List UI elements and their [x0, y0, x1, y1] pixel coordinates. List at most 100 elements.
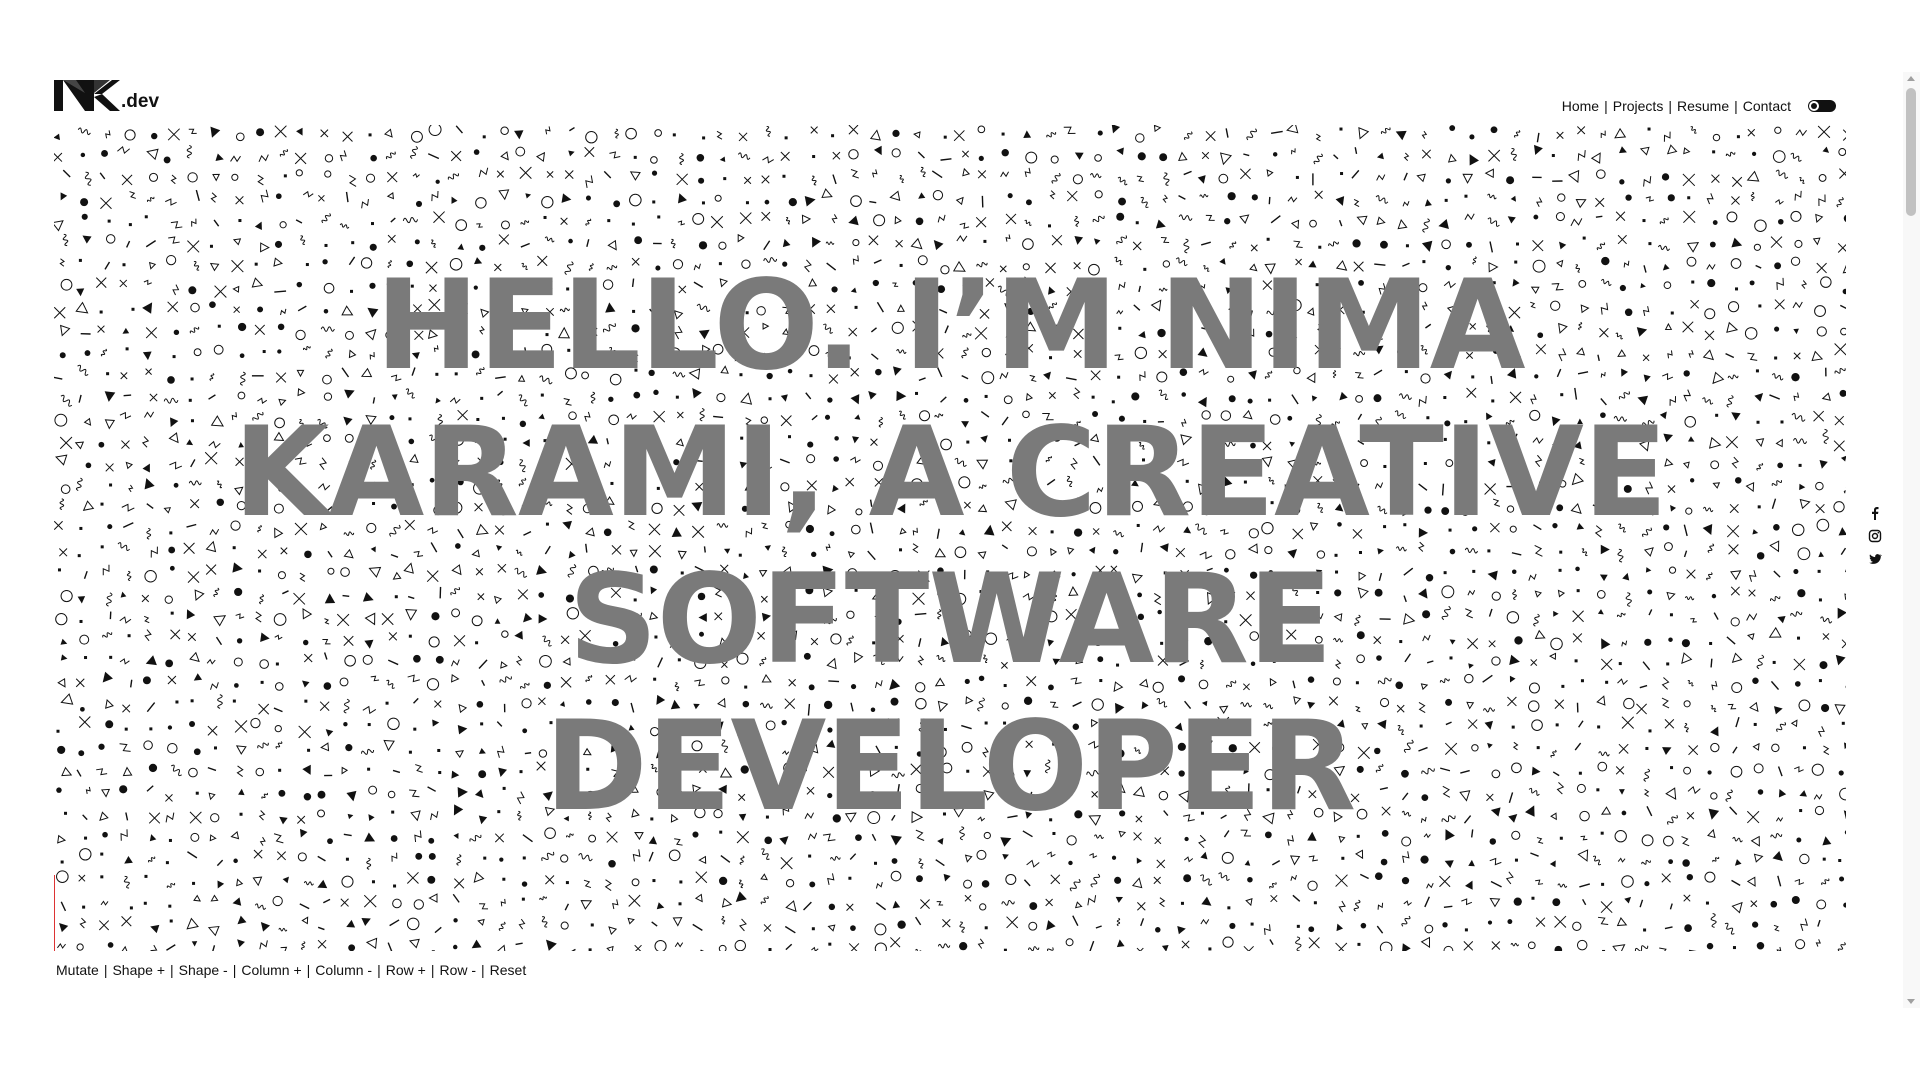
- pattern-shape: [875, 882, 883, 889]
- pattern-shape: [1308, 937, 1320, 949]
- pattern-shape: [1600, 130, 1606, 138]
- pattern-shape: [827, 873, 835, 885]
- pattern-shape: [216, 859, 224, 867]
- pattern-shape: [943, 135, 947, 139]
- row-minus-button[interactable]: Row -: [439, 962, 476, 978]
- pattern-shape: [272, 895, 283, 907]
- page-scrollbar[interactable]: [1903, 72, 1920, 1008]
- pattern-shape: [612, 899, 619, 910]
- pattern-shape: [1462, 173, 1474, 184]
- pattern-shape: [811, 175, 817, 186]
- pattern-shape: [1556, 131, 1564, 139]
- pattern-shape: [1263, 924, 1271, 935]
- pattern-shape: [1072, 174, 1083, 185]
- theme-toggle[interactable]: [1808, 100, 1836, 112]
- pattern-shape: [1753, 243, 1761, 251]
- pattern-shape: [210, 192, 218, 203]
- pattern-shape: [739, 918, 747, 932]
- pattern-shape: [1619, 146, 1627, 154]
- pattern-shape: [1772, 150, 1786, 163]
- scroll-thumb[interactable]: [1906, 88, 1916, 216]
- pattern-shape: [1376, 174, 1386, 181]
- pattern-shape: [121, 916, 132, 927]
- pattern-shape: [1489, 241, 1494, 253]
- pattern-shape: [386, 192, 394, 200]
- nav-resume-link[interactable]: Resume: [1677, 98, 1729, 114]
- pattern-shape: [499, 857, 504, 862]
- pattern-shape: [1709, 241, 1716, 248]
- pattern-shape: [1095, 925, 1102, 929]
- pattern-controls: Mutate | Shape + | Shape - | Column + | …: [56, 962, 526, 978]
- pattern-shape: [1648, 242, 1652, 246]
- shape-plus-button[interactable]: Shape +: [112, 962, 165, 978]
- pattern-shape: [1577, 150, 1586, 161]
- column-minus-button[interactable]: Column -: [315, 962, 372, 978]
- pattern-shape: [1421, 130, 1428, 139]
- pattern-shape: [1177, 926, 1186, 935]
- pattern-shape: [260, 189, 269, 203]
- pattern-shape: [1005, 873, 1017, 885]
- pattern-shape: [1314, 190, 1323, 199]
- pattern-shape: [889, 190, 901, 201]
- pattern-shape: [1818, 194, 1826, 207]
- row-plus-button[interactable]: Row +: [386, 962, 426, 978]
- pattern-shape: [668, 849, 681, 862]
- moon-icon: [1811, 103, 1817, 109]
- site-logo[interactable]: .dev: [54, 80, 159, 112]
- pattern-shape: [186, 917, 199, 930]
- pattern-shape: [719, 156, 726, 163]
- pattern-shape: [1616, 917, 1628, 927]
- pattern-shape: [1089, 940, 1095, 951]
- pattern-shape: [1225, 128, 1229, 138]
- pattern-shape: [811, 946, 819, 951]
- hero-canvas[interactable]: HELLO. I’M NIMA KARAMI, A CREATIVE SOFTW…: [54, 125, 1846, 951]
- reset-button[interactable]: Reset: [490, 962, 527, 978]
- pattern-shape: [1513, 897, 1522, 906]
- pattern-shape: [738, 879, 744, 889]
- facebook-link[interactable]: [1868, 506, 1882, 520]
- shape-minus-button[interactable]: Shape -: [179, 962, 228, 978]
- pattern-shape: [431, 239, 436, 248]
- mutate-button[interactable]: Mutate: [56, 962, 99, 978]
- pattern-shape: [585, 131, 598, 144]
- column-plus-button[interactable]: Column +: [241, 962, 301, 978]
- pattern-shape: [1309, 219, 1317, 228]
- pattern-shape: [584, 146, 595, 158]
- pattern-shape: [193, 894, 201, 902]
- pattern-shape: [1405, 244, 1409, 248]
- pattern-shape: [1751, 151, 1757, 157]
- instagram-link[interactable]: [1868, 529, 1882, 543]
- pattern-shape: [324, 243, 328, 247]
- scroll-up-arrow-icon[interactable]: [1907, 76, 1915, 81]
- pattern-shape: [1335, 942, 1348, 951]
- nav-contact-link[interactable]: Contact: [1743, 98, 1791, 114]
- pattern-shape: [1776, 946, 1782, 951]
- pattern-shape: [631, 878, 640, 887]
- pattern-shape: [698, 177, 705, 184]
- pattern-shape: [231, 173, 239, 181]
- pattern-shape: [257, 174, 264, 186]
- pattern-shape: [1438, 219, 1449, 229]
- pattern-shape: [627, 917, 635, 925]
- pattern-shape: [1794, 190, 1802, 201]
- nav-home-link[interactable]: Home: [1562, 98, 1599, 114]
- pattern-shape: [894, 215, 902, 225]
- pattern-shape: [129, 191, 136, 199]
- pattern-shape: [1534, 144, 1543, 155]
- pattern-shape: [764, 199, 770, 205]
- pattern-shape: [1687, 196, 1691, 200]
- twitter-link[interactable]: [1868, 552, 1882, 566]
- pattern-shape: [1046, 132, 1057, 138]
- pattern-shape: [317, 926, 325, 931]
- pattern-shape: [450, 150, 462, 162]
- nav-projects-link[interactable]: Projects: [1613, 98, 1664, 114]
- pattern-shape: [82, 905, 86, 909]
- pattern-shape: [588, 948, 592, 951]
- pattern-shape: [1136, 947, 1144, 951]
- pattern-shape: [1505, 871, 1514, 885]
- pattern-shape: [1639, 146, 1650, 156]
- pattern-shape: [1837, 942, 1846, 951]
- pattern-shape: [215, 153, 224, 162]
- pattern-shape: [1842, 129, 1846, 141]
- scroll-down-arrow-icon[interactable]: [1907, 999, 1915, 1004]
